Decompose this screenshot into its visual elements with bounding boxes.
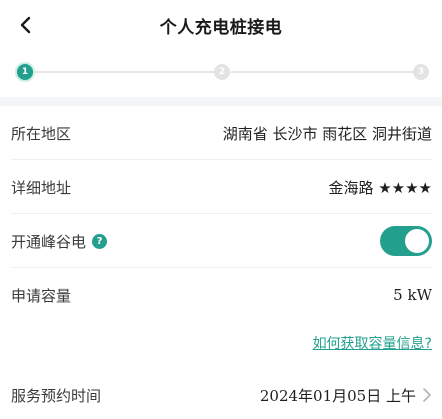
address-value[interactable]: 金海路 ★★★★: [328, 177, 432, 198]
peak-valley-label: 开通峰谷电: [11, 232, 87, 251]
capacity-value[interactable]: 5 kW: [393, 286, 432, 304]
toggle-knob: [405, 229, 429, 253]
help-icon[interactable]: ?: [92, 233, 108, 249]
address-row[interactable]: 详细地址 金海路 ★★★★: [0, 160, 442, 214]
appointment-row[interactable]: 服务预约时间 2024年01月05日 上午: [0, 370, 442, 419]
page: 个人充电桩接电 1 2 3 所在地区 湖南省 长沙市 雨花区 洞井街道 详细地址…: [0, 0, 442, 419]
section-separator: [0, 97, 442, 106]
progress-stepper: 1 2 3: [0, 58, 442, 86]
appointment-value-group[interactable]: 2024年01月05日 上午: [260, 385, 432, 406]
capacity-row[interactable]: 申请容量 5 kW: [0, 268, 442, 322]
step-1: 1: [17, 64, 33, 80]
header: 个人充电桩接电: [0, 0, 442, 50]
address-label: 详细地址: [11, 178, 72, 197]
page-title: 个人充电桩接电: [159, 18, 283, 38]
region-label: 所在地区: [11, 124, 72, 143]
appointment-label: 服务预约时间: [11, 386, 102, 405]
peak-valley-toggle[interactable]: [380, 226, 432, 256]
peak-valley-label-group: 开通峰谷电 ?: [11, 231, 108, 252]
region-value[interactable]: 湖南省 长沙市 雨花区 洞井街道: [223, 123, 432, 144]
capacity-info-link[interactable]: 如何获取容量信息?: [313, 333, 432, 353]
step-3: 3: [413, 64, 429, 80]
step-connector: [33, 71, 214, 73]
chevron-right-icon: [423, 388, 431, 402]
appointment-value: 2024年01月05日 上午: [259, 386, 416, 405]
step-2: 2: [214, 64, 230, 80]
region-row[interactable]: 所在地区 湖南省 长沙市 雨花区 洞井街道: [0, 106, 442, 160]
peak-valley-row: 开通峰谷电 ?: [0, 214, 442, 268]
step-connector: [231, 71, 413, 73]
capacity-label: 申请容量: [11, 286, 72, 305]
